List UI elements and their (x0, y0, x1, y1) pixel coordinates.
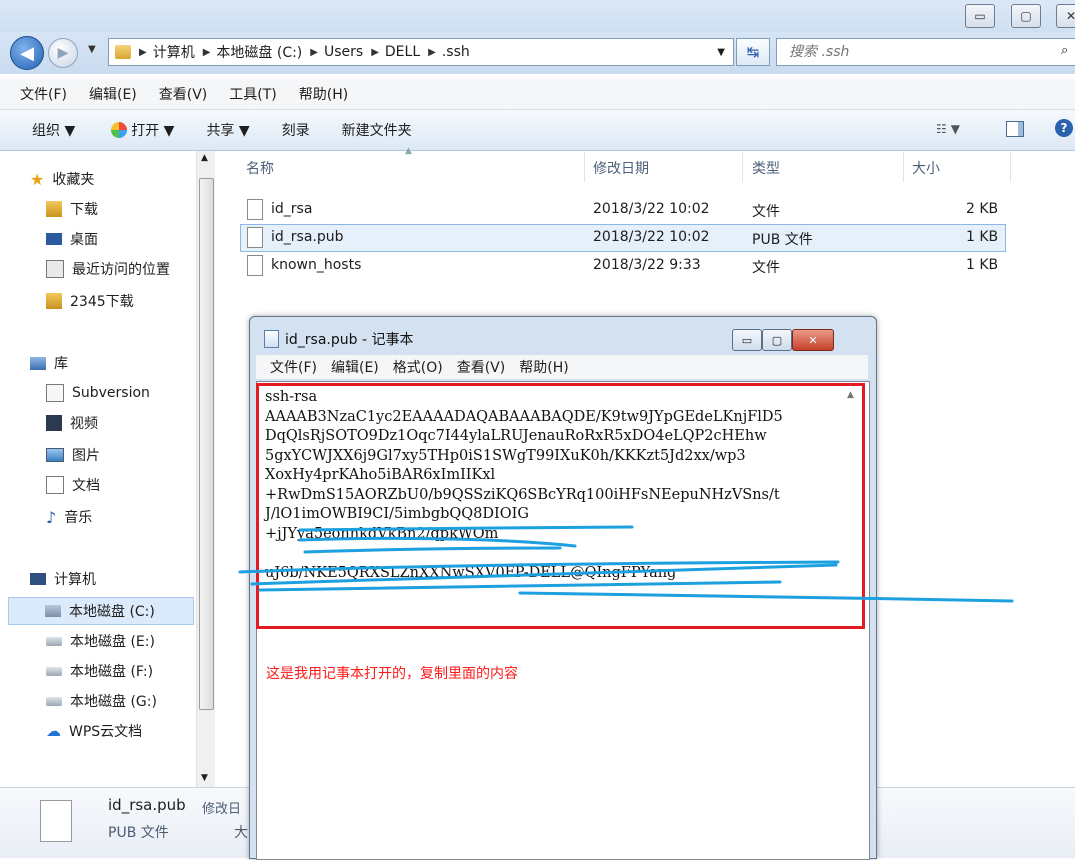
annotation-text: 这是我用记事本打开的，复制里面的内容 (266, 666, 518, 682)
redaction-scribbles (238, 525, 1014, 603)
